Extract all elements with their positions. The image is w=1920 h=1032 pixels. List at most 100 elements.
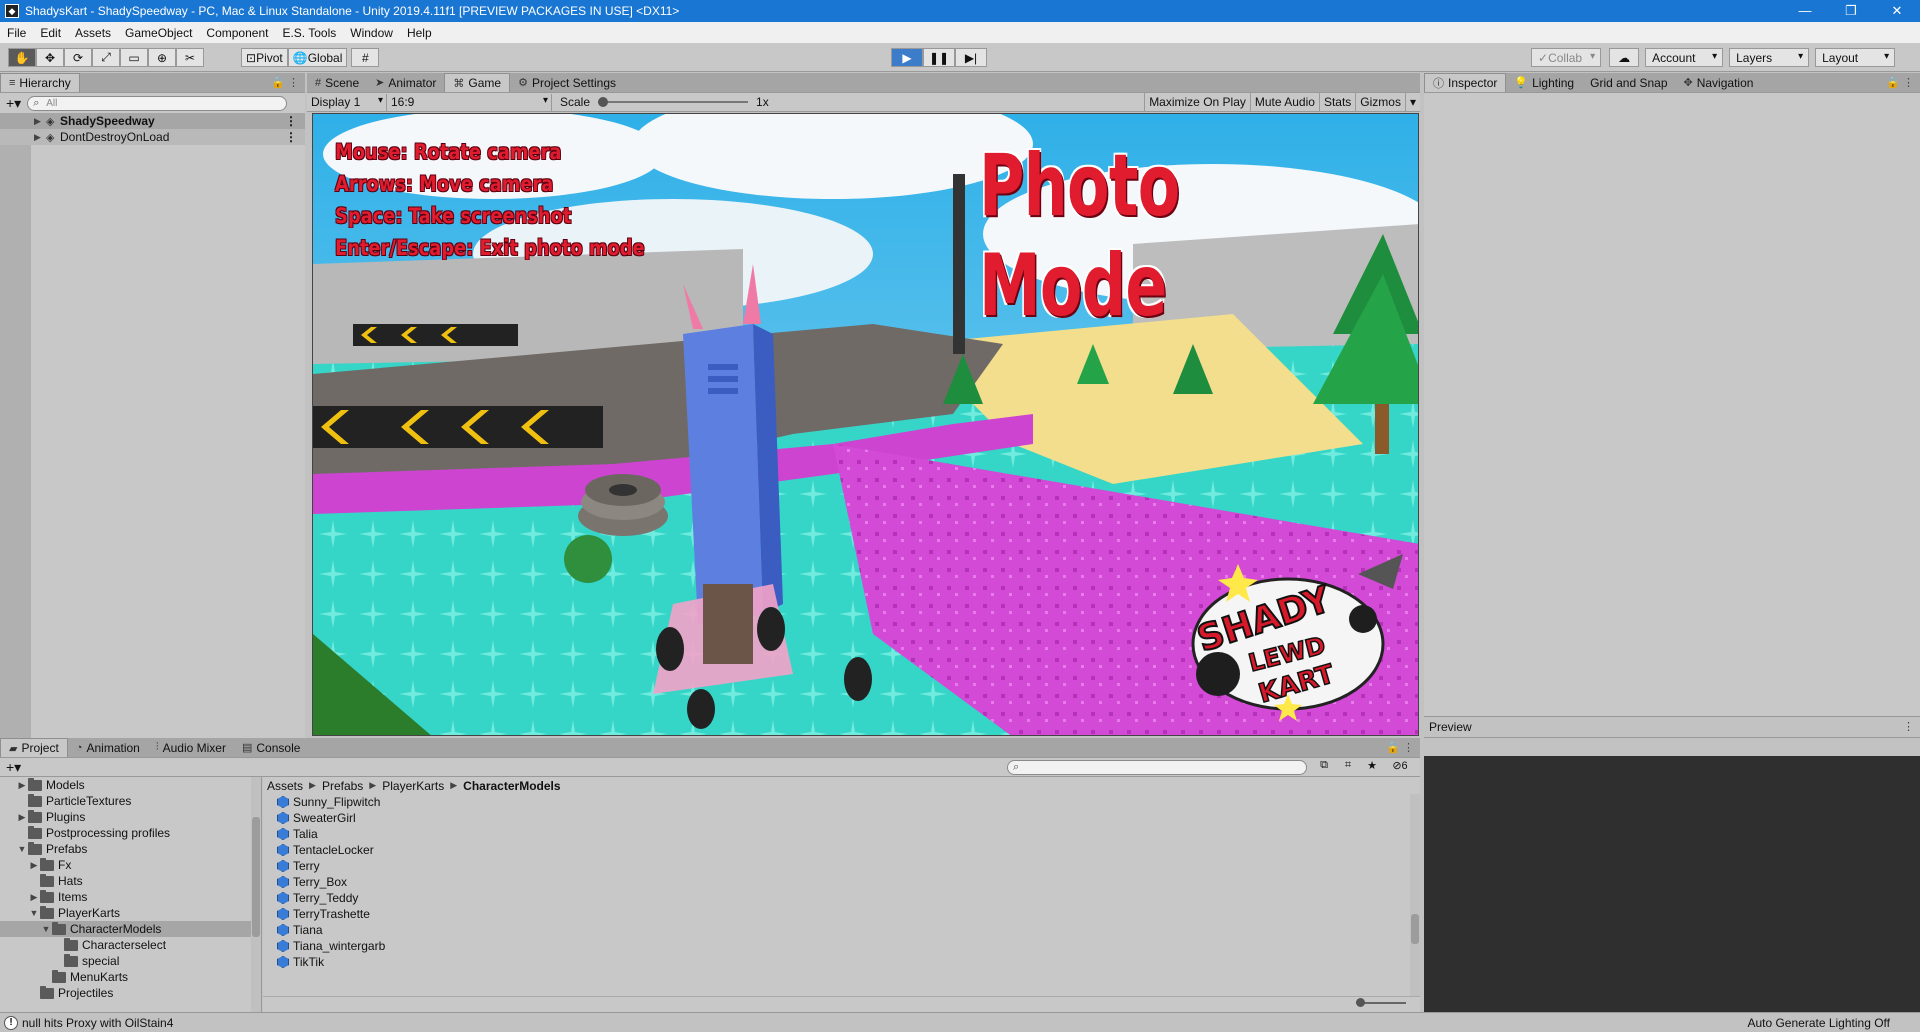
create-add-icon[interactable]: +▾ bbox=[6, 95, 21, 112]
minimize-icon[interactable]: — bbox=[1782, 0, 1828, 22]
folder-tree-item[interactable]: ParticleTextures bbox=[0, 793, 261, 809]
panel-menu-icon[interactable]: 🔒 ⋮ bbox=[1886, 76, 1914, 89]
asset-list-item[interactable]: Tiana bbox=[263, 922, 1408, 938]
expand-arrow-icon[interactable]: ▶ bbox=[16, 812, 28, 823]
move-tool-icon[interactable]: ✥ bbox=[36, 48, 64, 67]
folder-tree-item[interactable]: ▼ PlayerKarts bbox=[0, 905, 261, 921]
tab-grid-and-snap[interactable]: Grid and Snap bbox=[1582, 73, 1675, 92]
scale-tool-icon[interactable]: ⤢ bbox=[92, 48, 120, 67]
preview-menu-icon[interactable]: ⋮ bbox=[1903, 720, 1914, 733]
tab-lighting[interactable]: 💡 Lighting bbox=[1506, 73, 1582, 92]
pause-button[interactable]: ❚❚ bbox=[923, 48, 955, 67]
panel-menu-icon[interactable]: 🔒 ⋮ bbox=[1386, 741, 1414, 754]
expand-arrow-icon[interactable]: ▶ bbox=[28, 892, 40, 903]
scale-slider[interactable] bbox=[598, 97, 749, 107]
menu-edit[interactable]: Edit bbox=[33, 26, 68, 40]
gizmos-dropdown-icon[interactable]: ▾ bbox=[1404, 93, 1420, 112]
hand-tool-icon[interactable]: ✋ bbox=[8, 48, 36, 67]
collapse-arrow-icon[interactable]: ▼ bbox=[40, 924, 52, 934]
menu-gameobject[interactable]: GameObject bbox=[118, 26, 199, 40]
project-search-input[interactable] bbox=[1007, 760, 1307, 775]
auto-lighting-status[interactable]: Auto Generate Lighting Off bbox=[1747, 1016, 1890, 1030]
folder-tree-item[interactable]: ▶ Models bbox=[0, 777, 261, 793]
custom-tool-icon[interactable]: ✂ bbox=[176, 48, 204, 67]
collapse-arrow-icon[interactable]: ▼ bbox=[16, 844, 28, 854]
menu-component[interactable]: Component bbox=[199, 26, 275, 40]
menu-help[interactable]: Help bbox=[400, 26, 439, 40]
asset-list-item[interactable]: SweaterGirl bbox=[263, 810, 1408, 826]
more-options-icon[interactable]: ⋮ bbox=[285, 114, 297, 128]
asset-list-item[interactable]: Terry_Box bbox=[263, 874, 1408, 890]
tab-hierarchy[interactable]: ≡ Hierarchy bbox=[0, 73, 80, 92]
hierarchy-row-scene[interactable]: ▶ ◈ ShadySpeedway ⋮ bbox=[0, 113, 305, 129]
folder-tree-item[interactable]: ▶ Items bbox=[0, 889, 261, 905]
panel-menu-icon[interactable]: 🔒 ⋮ bbox=[271, 76, 299, 89]
menu-es-tools[interactable]: E.S. Tools bbox=[275, 26, 343, 40]
expand-arrow-icon[interactable]: ▶ bbox=[28, 860, 40, 871]
asset-list-item[interactable]: Terry bbox=[263, 858, 1408, 874]
folder-tree-item[interactable]: ▶ Fx bbox=[0, 857, 261, 873]
pivot-button[interactable]: ⊡ Pivot bbox=[241, 48, 288, 67]
close-icon[interactable]: ✕ bbox=[1874, 0, 1920, 22]
asset-list-item[interactable]: Terry_Teddy bbox=[263, 890, 1408, 906]
asset-list-item[interactable]: TikTik bbox=[263, 954, 1408, 968]
layers-dropdown[interactable]: Layers bbox=[1729, 48, 1810, 67]
game-viewport[interactable]: Mouse: Rotate camera Arrows: Move camera… bbox=[312, 113, 1419, 736]
play-button[interactable]: ▶ bbox=[891, 48, 923, 67]
snap-button[interactable]: # bbox=[351, 48, 380, 67]
create-add-icon[interactable]: +▾ bbox=[6, 759, 21, 776]
favorite-star-icon[interactable]: ★ bbox=[1362, 759, 1382, 772]
menu-assets[interactable]: Assets bbox=[68, 26, 118, 40]
folder-tree-item[interactable]: Hats bbox=[0, 873, 261, 889]
search-by-type-icon[interactable]: ⧉ bbox=[1314, 759, 1334, 772]
stats-toggle[interactable]: Stats bbox=[1318, 93, 1355, 112]
hierarchy-row-dontdestroy[interactable]: ▶ ◈ DontDestroyOnLoad ⋮ bbox=[0, 129, 305, 145]
rotate-tool-icon[interactable]: ⟳ bbox=[64, 48, 92, 67]
tab-scene[interactable]: # Scene bbox=[307, 73, 367, 92]
asset-list-item[interactable]: Talia bbox=[263, 826, 1408, 842]
expand-arrow-icon[interactable]: ▶ bbox=[16, 780, 28, 791]
folder-tree-item[interactable]: Characterselect bbox=[0, 937, 261, 953]
maximize-on-play-toggle[interactable]: Maximize On Play bbox=[1144, 93, 1250, 112]
transform-tool-icon[interactable]: ⊕ bbox=[148, 48, 176, 67]
tree-scrollbar[interactable] bbox=[251, 777, 261, 1012]
rect-tool-icon[interactable]: ▭ bbox=[120, 48, 148, 67]
collapse-arrow-icon[interactable]: ▼ bbox=[28, 908, 40, 918]
global-button[interactable]: 🌐 Global bbox=[287, 48, 348, 67]
gizmos-toggle[interactable]: Gizmos bbox=[1355, 93, 1405, 112]
folder-tree-item[interactable]: Projectiles bbox=[0, 985, 261, 1001]
folder-tree-item[interactable]: ▶ Plugins bbox=[0, 809, 261, 825]
folder-tree-item[interactable]: ▼ CharacterModels bbox=[0, 921, 261, 937]
restore-icon[interactable]: ❐ bbox=[1828, 0, 1874, 22]
tab-navigation[interactable]: ✥ Navigation bbox=[1676, 73, 1762, 92]
tab-animator[interactable]: ➤ Animator bbox=[367, 73, 444, 92]
asset-scroll-thumb[interactable] bbox=[1411, 914, 1419, 944]
hidden-packages-icon[interactable]: ⊘6 bbox=[1386, 759, 1414, 772]
icon-size-slider[interactable] bbox=[1356, 998, 1406, 1007]
hierarchy-search-input[interactable]: All bbox=[27, 95, 288, 111]
asset-list-item[interactable]: TerryTrashette bbox=[263, 906, 1408, 922]
tab-audio-mixer[interactable]: ⫶ Audio Mixer bbox=[148, 738, 234, 757]
aspect-dropdown[interactable]: 16:9 bbox=[387, 93, 552, 111]
asset-scrollbar[interactable] bbox=[1410, 794, 1420, 996]
tab-animation[interactable]: ◔ Animation bbox=[68, 738, 148, 757]
expand-arrow-icon[interactable]: ▶ bbox=[34, 132, 46, 143]
tab-game[interactable]: ⌘ Game bbox=[444, 73, 511, 92]
folder-tree-item[interactable]: ▼ Prefabs bbox=[0, 841, 261, 857]
more-options-icon[interactable]: ⋮ bbox=[285, 130, 297, 144]
tree-scroll-thumb[interactable] bbox=[252, 817, 260, 937]
menu-window[interactable]: Window bbox=[343, 26, 400, 40]
step-button[interactable]: ▶| bbox=[955, 48, 987, 67]
tab-project[interactable]: ▰ Project bbox=[0, 738, 68, 757]
asset-list-item[interactable]: Sunny_Flipwitch bbox=[263, 794, 1408, 810]
expand-arrow-icon[interactable]: ▶ bbox=[34, 116, 46, 127]
folder-tree-item[interactable]: MenuKarts bbox=[0, 969, 261, 985]
folder-tree-item[interactable]: special bbox=[0, 953, 261, 969]
tab-inspector[interactable]: ⓘ Inspector bbox=[1424, 73, 1507, 92]
tab-project-settings[interactable]: ⚙ Project Settings bbox=[510, 73, 624, 92]
status-message[interactable]: null hits Proxy with OilStain4 bbox=[22, 1016, 173, 1030]
asset-list-item[interactable]: TentacleLocker bbox=[263, 842, 1408, 858]
search-by-label-icon[interactable]: ⌗ bbox=[1338, 759, 1358, 772]
account-dropdown[interactable]: Account bbox=[1645, 48, 1724, 67]
mute-audio-toggle[interactable]: Mute Audio bbox=[1249, 93, 1319, 112]
